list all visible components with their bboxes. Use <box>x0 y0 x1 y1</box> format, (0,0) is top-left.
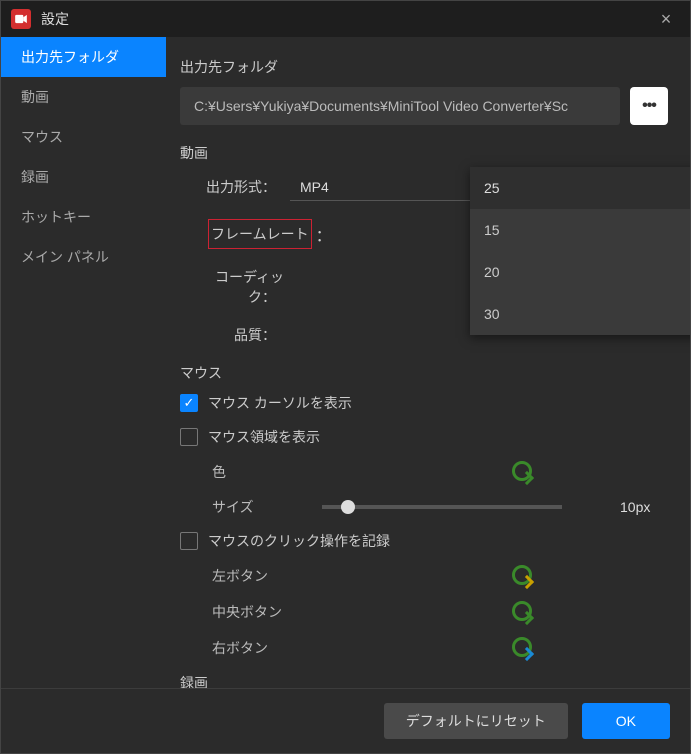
right-button-label: 右ボタン <box>212 638 312 658</box>
ellipsis-icon: ••• <box>642 97 656 115</box>
sidebar-item-output[interactable]: 出力先フォルダ <box>1 37 166 77</box>
middle-button-label: 中央ボタン <box>212 602 312 622</box>
output-section-title: 出力先フォルダ <box>180 57 668 77</box>
show-area-checkbox[interactable] <box>180 428 198 446</box>
sidebar-item-mainpanel[interactable]: メイン パネル <box>1 237 166 277</box>
left-button-label: 左ボタン <box>212 566 312 586</box>
show-cursor-label: マウス カーソルを表示 <box>208 393 352 413</box>
record-section-title: 録画 <box>180 673 668 688</box>
area-size-label: サイズ <box>212 497 312 517</box>
button-row: デフォルトにリセット OK <box>1 688 690 753</box>
record-clicks-checkbox[interactable] <box>180 532 198 550</box>
area-color-icon[interactable] <box>512 461 534 483</box>
close-icon[interactable]: × <box>652 5 680 33</box>
sidebar: 出力先フォルダ 動画 マウス 録画 ホットキー メイン パネル <box>1 37 166 688</box>
reset-button[interactable]: デフォルトにリセット <box>384 703 568 739</box>
settings-window: 設定 × 出力先フォルダ 動画 マウス 録画 ホットキー メイン パネル 出力先… <box>0 0 691 754</box>
framerate-option-20[interactable]: 20 <box>470 251 690 293</box>
mouse-section-title: マウス <box>180 363 668 383</box>
framerate-dropdown[interactable]: 25 ▼ 15 20 30 <box>470 167 690 335</box>
sidebar-item-mouse[interactable]: マウス <box>1 117 166 157</box>
sidebar-item-hotkey[interactable]: ホットキー <box>1 197 166 237</box>
dialog-body: 出力先フォルダ 動画 マウス 録画 ホットキー メイン パネル 出力先フォルダ … <box>1 37 690 688</box>
left-color-icon[interactable] <box>512 565 534 587</box>
right-color-icon[interactable] <box>512 637 534 659</box>
titlebar: 設定 × <box>1 1 690 37</box>
output-path-field[interactable]: C:¥Users¥Yukiya¥Documents¥MiniTool Video… <box>180 87 620 125</box>
show-cursor-checkbox[interactable]: ✓ <box>180 394 198 412</box>
codec-label: コーディック： <box>180 267 290 307</box>
record-clicks-label: マウスのクリック操作を記録 <box>208 531 390 551</box>
area-color-label: 色 <box>212 462 312 482</box>
format-label: 出力形式： <box>180 177 290 197</box>
quality-label: 品質： <box>180 325 290 345</box>
framerate-label: フレームレート <box>208 219 312 249</box>
format-value: MP4 <box>300 179 329 195</box>
main-panel: 出力先フォルダ C:¥Users¥Yukiya¥Documents¥MiniTo… <box>166 37 690 688</box>
size-value: 10px <box>620 499 650 515</box>
framerate-option-15[interactable]: 15 <box>470 209 690 251</box>
framerate-option-30[interactable]: 30 <box>470 293 690 335</box>
size-slider[interactable] <box>322 505 562 509</box>
video-section-title: 動画 <box>180 143 668 163</box>
middle-color-icon[interactable] <box>512 601 534 623</box>
sidebar-item-record[interactable]: 録画 <box>1 157 166 197</box>
show-area-label: マウス領域を表示 <box>208 427 320 447</box>
ok-button[interactable]: OK <box>582 703 670 739</box>
browse-button[interactable]: ••• <box>630 87 668 125</box>
slider-thumb[interactable] <box>341 500 355 514</box>
app-icon <box>11 9 31 29</box>
window-title: 設定 <box>41 9 652 29</box>
framerate-selected[interactable]: 25 ▼ <box>470 167 690 209</box>
sidebar-item-video[interactable]: 動画 <box>1 77 166 117</box>
